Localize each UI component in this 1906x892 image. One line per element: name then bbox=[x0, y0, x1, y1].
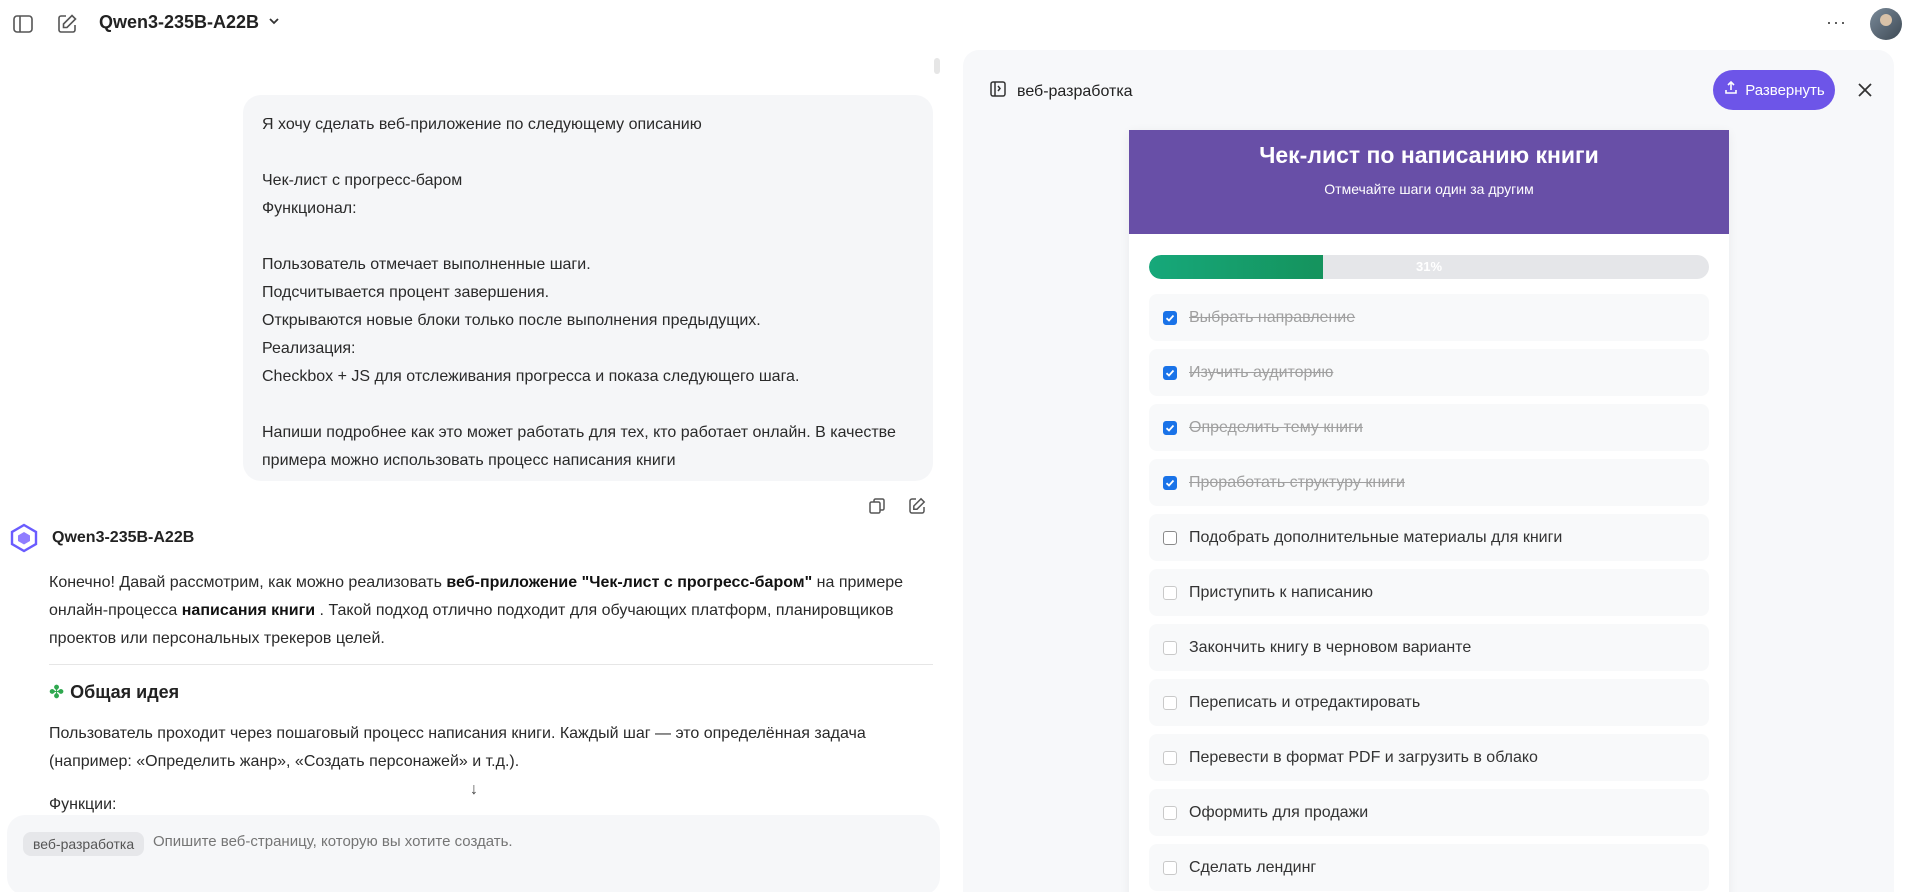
step-checkbox bbox=[1163, 805, 1177, 820]
panel-title: веб-разработка bbox=[989, 80, 1133, 103]
assistant-header: Qwen3-235B-A22B bbox=[8, 522, 194, 554]
checklist-step: Закончить книгу в черновом варианте bbox=[1149, 624, 1709, 671]
avatar[interactable] bbox=[1870, 8, 1902, 40]
copy-icon[interactable] bbox=[866, 495, 888, 517]
user-message-line: Подсчитывается процент завершения. bbox=[262, 284, 550, 301]
step-checkbox[interactable] bbox=[1163, 530, 1177, 545]
step-label: Оформить для продажи bbox=[1189, 803, 1369, 821]
text-span: . Такой подход отлично подходит для обуч… bbox=[315, 602, 894, 619]
step-label: Изучить аудиторию bbox=[1189, 363, 1334, 381]
assistant-name: Qwen3-235B-A22B bbox=[52, 529, 195, 546]
step-label: Перевести в формат PDF и загрузить в обл… bbox=[1189, 748, 1538, 766]
model-name-label: Qwen3-235B-A22B bbox=[99, 12, 260, 32]
arrow-down-icon: ↓ bbox=[470, 781, 478, 798]
user-message-line: Чек-лист с прогресс-баром bbox=[262, 172, 463, 189]
step-checkbox[interactable] bbox=[1163, 475, 1177, 490]
user-message-bubble: Я хочу сделать веб-приложение по следующ… bbox=[243, 95, 933, 481]
preview-panel: веб-разработка Развернуть Чек-лист по на… bbox=[963, 50, 1894, 892]
checklist-step[interactable]: Определить тему книги bbox=[1149, 404, 1709, 451]
checklist-step: Приступить к написанию bbox=[1149, 569, 1709, 616]
bold-text: написания книги bbox=[181, 602, 316, 619]
user-message-line: Открываются новые блоки только после вып… bbox=[262, 312, 761, 329]
step-label: Переписать и отредактировать bbox=[1189, 693, 1421, 711]
user-message-line: Реализация: bbox=[262, 340, 356, 357]
step-checkbox bbox=[1163, 695, 1177, 710]
step-checkbox bbox=[1163, 860, 1177, 875]
model-selector[interactable]: Qwen3-235B-A22B bbox=[99, 12, 281, 33]
top-bar: Qwen3-235B-A22B ··· bbox=[0, 0, 1906, 48]
step-label: Приступить к написанию bbox=[1189, 583, 1374, 601]
user-message-line bbox=[262, 391, 914, 419]
text-span: на примере bbox=[812, 574, 904, 591]
text-span: Пользователь проходит через пошаговый пр… bbox=[49, 725, 866, 742]
chevron-down-icon bbox=[267, 12, 281, 33]
user-message-line: Напиши подробнее как это может работать … bbox=[262, 424, 896, 441]
web-dev-icon bbox=[989, 80, 1007, 103]
section-heading-text: Общая идея bbox=[70, 682, 180, 702]
clover-icon: ✤ bbox=[49, 682, 65, 702]
checklist-app: Чек-лист по написанию книги Отмечайте ша… bbox=[1129, 130, 1729, 892]
text-span: онлайн-процесса bbox=[49, 602, 182, 619]
app-header: Чек-лист по написанию книги Отмечайте ша… bbox=[1129, 130, 1729, 234]
expand-button-label: Развернуть bbox=[1745, 81, 1825, 99]
more-options-button[interactable]: ··· bbox=[1826, 12, 1847, 33]
step-label: Закончить книгу в черновом варианте bbox=[1189, 638, 1472, 656]
checklist-step[interactable]: Изучить аудиторию bbox=[1149, 349, 1709, 396]
text-span: Конечно! Давай рассмотрим, как можно реа… bbox=[49, 574, 447, 591]
progress-bar: 31% bbox=[1149, 255, 1709, 279]
text-span: (например: «Определить жанр», «Создать п… bbox=[49, 753, 520, 770]
bold-text: веб-приложение "Чек-лист с прогресс-баро… bbox=[446, 574, 813, 591]
step-checkbox[interactable] bbox=[1163, 420, 1177, 435]
scrollbar-thumb[interactable] bbox=[934, 58, 940, 74]
user-message-line bbox=[262, 223, 914, 251]
close-icon[interactable] bbox=[1853, 78, 1877, 102]
step-label: Проработать структуру книги bbox=[1189, 473, 1405, 491]
user-message-line: Я хочу сделать веб-приложение по следующ… bbox=[262, 116, 702, 133]
checklist-step: Перевести в формат PDF и загрузить в обл… bbox=[1149, 734, 1709, 781]
chat-input-bar: веб-разработка bbox=[7, 815, 940, 892]
user-message-line: примера можно использовать процесс напис… bbox=[262, 452, 676, 469]
mode-tag[interactable]: веб-разработка bbox=[23, 832, 145, 856]
chat-input[interactable] bbox=[153, 833, 753, 850]
text-span: проектов или персональных трекеров целей… bbox=[49, 630, 385, 647]
app-title: Чек-лист по написанию книги bbox=[1259, 142, 1599, 168]
user-message-line: Функционал: bbox=[262, 200, 357, 217]
checklist-step: Оформить для продажи bbox=[1149, 789, 1709, 836]
step-label: Выбрать направление bbox=[1189, 308, 1356, 326]
step-checkbox bbox=[1163, 585, 1177, 600]
panel-header: веб-разработка Развернуть bbox=[963, 50, 1894, 130]
step-label: Определить тему книги bbox=[1189, 418, 1363, 436]
new-chat-icon[interactable] bbox=[55, 12, 79, 36]
assistant-paragraph: Пользователь проходит через пошаговый пр… bbox=[49, 720, 939, 776]
checklist-step: Сделать лендинг bbox=[1149, 844, 1709, 891]
user-message-line bbox=[262, 139, 914, 167]
assistant-paragraph: Конечно! Давай рассмотрим, как можно реа… bbox=[49, 569, 939, 653]
step-label: Подобрать дополнительные материалы для к… bbox=[1189, 528, 1563, 546]
checklist-step: Переписать и отредактировать bbox=[1149, 679, 1709, 726]
divider bbox=[49, 664, 933, 665]
checklist-step[interactable]: Подобрать дополнительные материалы для к… bbox=[1149, 514, 1709, 561]
edit-icon[interactable] bbox=[906, 495, 928, 517]
step-label: Сделать лендинг bbox=[1189, 858, 1317, 876]
step-checkbox[interactable] bbox=[1163, 310, 1177, 325]
scroll-down-button[interactable]: ↓ bbox=[460, 776, 488, 804]
progress-label: 31% bbox=[1415, 259, 1443, 274]
upload-icon bbox=[1723, 80, 1739, 100]
step-checkbox[interactable] bbox=[1163, 365, 1177, 380]
step-checkbox bbox=[1163, 640, 1177, 655]
panel-title-text: веб-разработка bbox=[1017, 82, 1133, 100]
app-subtitle: Отмечайте шаги один за другим bbox=[1324, 181, 1534, 197]
section-heading: ✤ Общая идея bbox=[49, 682, 179, 703]
expand-button[interactable]: Развернуть bbox=[1713, 70, 1835, 110]
step-checkbox bbox=[1163, 750, 1177, 765]
qwen-logo-icon bbox=[8, 522, 40, 554]
checklist-step[interactable]: Проработать структуру книги bbox=[1149, 459, 1709, 506]
user-message-line: Checkbox + JS для отслеживания прогресса… bbox=[262, 368, 800, 385]
steps-list: Выбрать направление Изучить аудиторию Опре… bbox=[1149, 294, 1709, 892]
sidebar-toggle-icon[interactable] bbox=[11, 12, 35, 36]
checklist-step[interactable]: Выбрать направление bbox=[1149, 294, 1709, 341]
user-message-line: Пользователь отмечает выполненные шаги. bbox=[262, 256, 591, 273]
message-actions bbox=[866, 495, 928, 517]
